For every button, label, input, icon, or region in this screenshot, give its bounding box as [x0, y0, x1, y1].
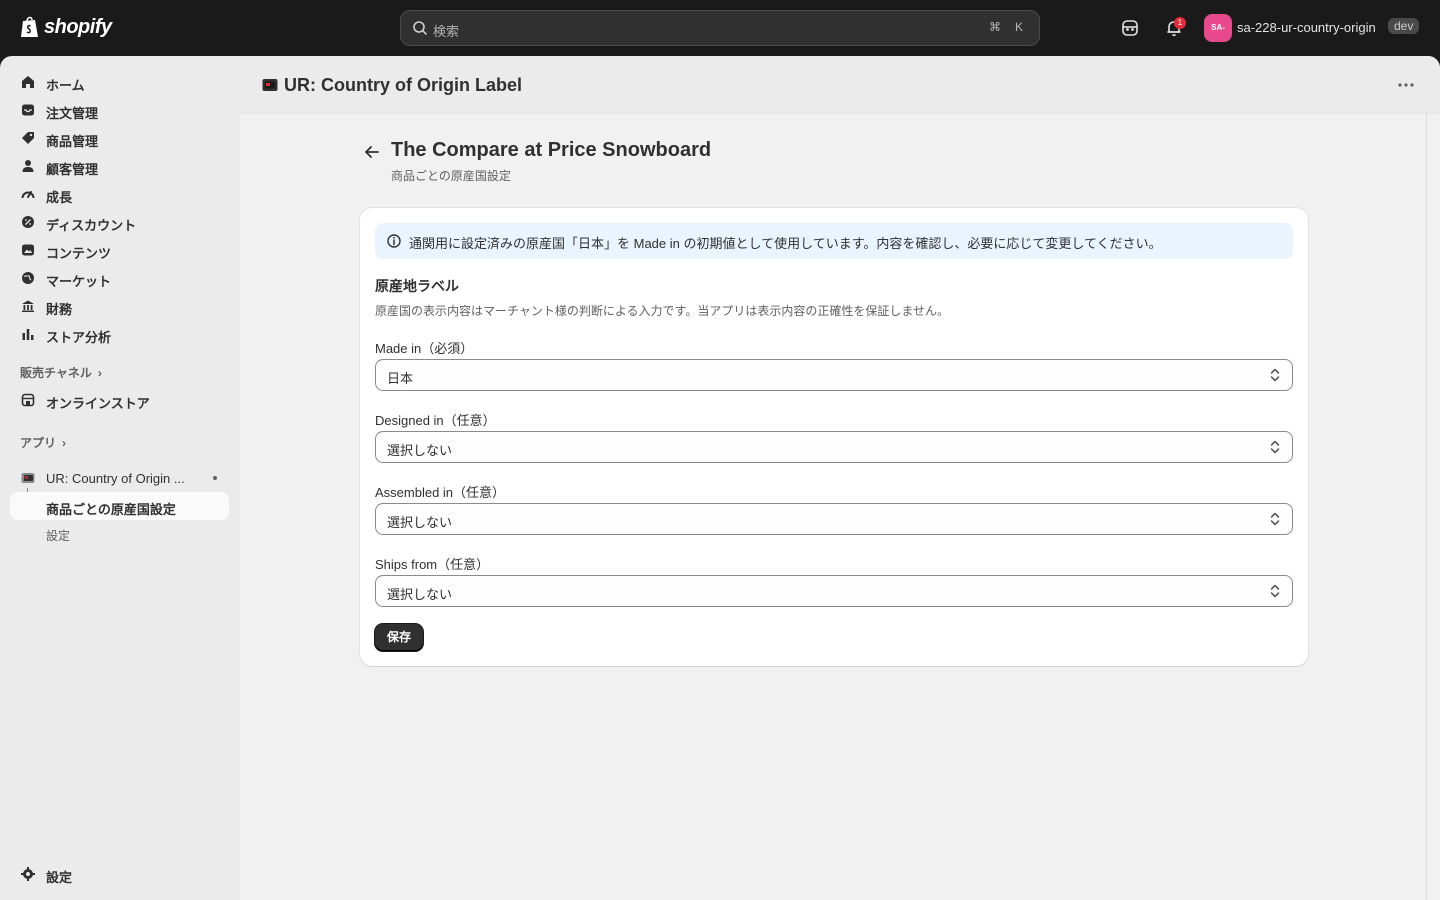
search-placeholder: 検索	[433, 24, 460, 39]
sidebar-item-label: マーケット	[46, 274, 112, 289]
person-icon	[22, 160, 34, 172]
search-bar[interactable]: 検索 ⌘ K	[400, 10, 1040, 46]
sidebar-item-label: 顧客管理	[46, 162, 99, 177]
sidekick-icon[interactable]	[1120, 18, 1140, 38]
sidebar-item-discounts[interactable]: ディスカウント	[10, 208, 229, 236]
search-icon	[413, 21, 427, 35]
chart-bar-icon	[22, 329, 34, 340]
sidebar: ホーム 注文管理 商品管理 顧客管理 成長 ディスカウント コンテンツ マーケッ…	[0, 56, 240, 900]
sidebar-item-home[interactable]: ホーム	[10, 68, 229, 96]
select-caret-icon	[1270, 512, 1280, 526]
sidebar-item-label: 商品管理	[46, 134, 99, 149]
top-bar: shopify 検索 ⌘ K 1 SA- sa-228-ur-country-o…	[0, 0, 1440, 56]
sidebar-item-product-origin[interactable]: 商品ごとの原産国設定	[10, 492, 229, 520]
sidebar-item-content[interactable]: コンテンツ	[10, 236, 229, 264]
sidebar-item-label: オンラインストア	[46, 396, 150, 411]
notification-badge: 1	[1174, 17, 1186, 29]
designed-in-select[interactable]: 選択しない	[375, 431, 1293, 463]
sidebar-item-settings[interactable]: 設定	[10, 860, 229, 888]
select-caret-icon	[1270, 440, 1280, 454]
more-actions-icon[interactable]	[1396, 78, 1416, 92]
info-icon	[387, 234, 401, 248]
inbox-icon	[22, 104, 34, 116]
ships-from-select[interactable]: 選択しない	[375, 575, 1293, 607]
sidebar-item-app[interactable]: UR: Country of Origin ...	[10, 464, 229, 492]
sidebar-item-label: コンテンツ	[46, 246, 112, 261]
sales-channels-heading[interactable]: 販売チャネル ›	[20, 364, 102, 381]
sidebar-item-analytics[interactable]: ストア分析	[10, 320, 229, 348]
assembled-in-select[interactable]: 選択しない	[375, 503, 1293, 535]
section-description: 原産国の表示内容はマーチャント様の判断による入力です。当アプリは表示内容の正確性…	[375, 304, 949, 318]
shortcut-k-key: K	[1015, 20, 1024, 34]
assembled-in-label: Assembled in（任意）	[375, 485, 506, 500]
avatar[interactable]: SA-	[1204, 14, 1232, 42]
page-subtitle: 商品ごとの原産国設定	[391, 169, 511, 183]
app-title: UR: Country of Origin Label	[284, 75, 522, 95]
apps-label: アプリ	[20, 436, 57, 450]
gauge-icon	[21, 191, 35, 199]
main-area: UR: Country of Origin Label The Compare …	[240, 56, 1440, 900]
app-label-icon	[262, 79, 278, 91]
sidebar-item-label: ストア分析	[46, 330, 112, 345]
apps-heading[interactable]: アプリ ›	[20, 434, 66, 451]
discount-icon	[22, 216, 34, 228]
sidebar-item-orders[interactable]: 注文管理	[10, 96, 229, 124]
sidebar-item-label: ホーム	[46, 78, 85, 93]
sidebar-item-label: UR: Country of Origin ...	[46, 471, 185, 486]
info-banner: 通関用に設定済みの原産国「日本」を Made in の初期値として使用しています…	[375, 223, 1293, 259]
app-status-dot	[213, 476, 217, 480]
divider	[1426, 114, 1427, 900]
logo-text: shopify	[44, 15, 112, 38]
sidebar-item-label: ディスカウント	[46, 218, 137, 233]
sidebar-item-label: 商品ごとの原産国設定	[46, 502, 176, 517]
sidebar-item-finance[interactable]: 財務	[10, 292, 229, 320]
home-icon	[22, 76, 34, 88]
ships-from-label: Ships from（任意）	[375, 557, 490, 572]
back-arrow-icon[interactable]	[362, 142, 382, 162]
select-value: 選択しない	[387, 587, 453, 602]
sidebar-item-growth[interactable]: 成長	[10, 180, 229, 208]
page-title: The Compare at Price Snowboard	[391, 139, 712, 161]
save-button[interactable]: 保存	[375, 624, 423, 651]
sales-channels-label: 販売チャネル	[20, 366, 92, 380]
shopify-logo[interactable]: shopify	[20, 15, 112, 39]
app-label-icon	[21, 473, 35, 483]
select-value: 日本	[387, 371, 414, 386]
dev-badge: dev	[1388, 18, 1420, 34]
bank-icon	[22, 300, 34, 312]
content-icon	[22, 244, 34, 256]
store-name[interactable]: sa-228-ur-country-origin	[1237, 20, 1376, 35]
chevron-right-icon: ›	[62, 436, 67, 450]
section-title: 原産地ラベル	[375, 278, 459, 294]
shopify-bag-icon	[21, 16, 38, 37]
sidebar-item-label: 注文管理	[46, 106, 99, 121]
select-caret-icon	[1270, 368, 1280, 382]
sidebar-item-online-store[interactable]: オンラインストア	[10, 386, 229, 414]
sidebar-item-customers[interactable]: 顧客管理	[10, 152, 229, 180]
made-in-select[interactable]: 日本	[375, 359, 1293, 391]
sidebar-item-products[interactable]: 商品管理	[10, 124, 229, 152]
tag-icon	[22, 132, 34, 144]
gear-icon	[21, 867, 35, 881]
banner-text: 通関用に設定済みの原産国「日本」を Made in の初期値として使用しています…	[409, 236, 1162, 251]
sidebar-item-app-settings[interactable]: 設定	[10, 520, 229, 548]
sidebar-item-label: 設定	[46, 870, 73, 885]
origin-label-card: 通関用に設定済みの原産国「日本」を Made in の初期値として使用しています…	[360, 208, 1308, 666]
select-value: 選択しない	[387, 515, 453, 530]
sidebar-item-label: 財務	[46, 302, 73, 317]
made-in-label: Made in（必須）	[375, 341, 474, 356]
sidebar-item-label: 成長	[46, 190, 73, 205]
shortcut-cmd-key: ⌘	[989, 20, 1001, 34]
designed-in-label: Designed in（任意）	[375, 413, 496, 428]
sidebar-item-label: 設定	[46, 529, 71, 543]
store-icon	[21, 393, 35, 407]
globe-icon	[22, 272, 34, 284]
select-caret-icon	[1270, 584, 1280, 598]
app-header: UR: Country of Origin Label	[240, 56, 1440, 114]
select-value: 選択しない	[387, 443, 453, 458]
chevron-right-icon: ›	[97, 366, 102, 380]
sidebar-item-markets[interactable]: マーケット	[10, 264, 229, 292]
